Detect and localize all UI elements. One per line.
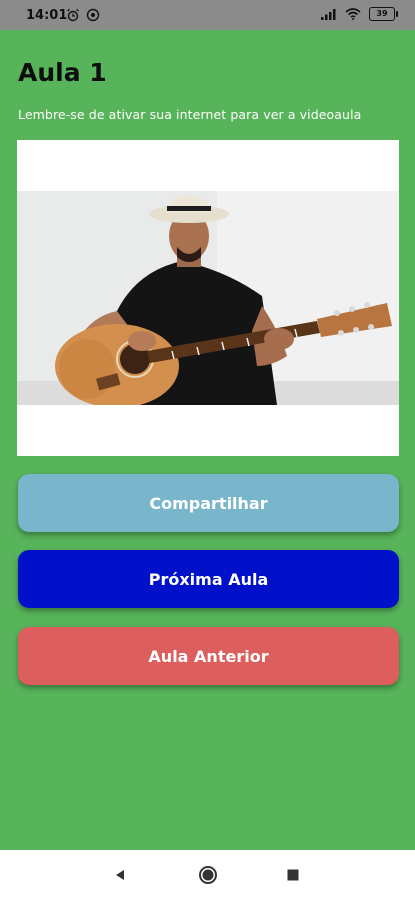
home-icon[interactable] (196, 863, 220, 887)
do-not-disturb-icon (86, 8, 100, 22)
recents-icon[interactable] (281, 863, 305, 887)
alarm-icon (67, 8, 79, 22)
status-right-icons: 39 (321, 7, 398, 21)
wifi-icon (345, 8, 361, 20)
page-title: Aula 1 (18, 58, 107, 87)
main-content: Aula 1 Lembre-se de ativar sua internet … (0, 30, 415, 850)
internet-hint: Lembre-se de ativar sua internet para ve… (18, 107, 362, 122)
system-nav-bar (0, 850, 415, 900)
battery-icon: 39 (369, 7, 398, 21)
status-left-icons (66, 8, 100, 22)
video-thumbnail[interactable] (17, 191, 399, 405)
previous-lesson-button[interactable]: Aula Anterior (18, 627, 399, 685)
status-bar: 14:01 39 (0, 0, 415, 30)
share-button[interactable]: Compartilhar (18, 474, 399, 532)
back-icon[interactable] (108, 863, 132, 887)
next-lesson-button[interactable]: Próxima Aula (18, 550, 399, 608)
status-time: 14:01 (26, 8, 68, 23)
video-player[interactable] (17, 140, 399, 456)
signal-icon (321, 9, 336, 20)
